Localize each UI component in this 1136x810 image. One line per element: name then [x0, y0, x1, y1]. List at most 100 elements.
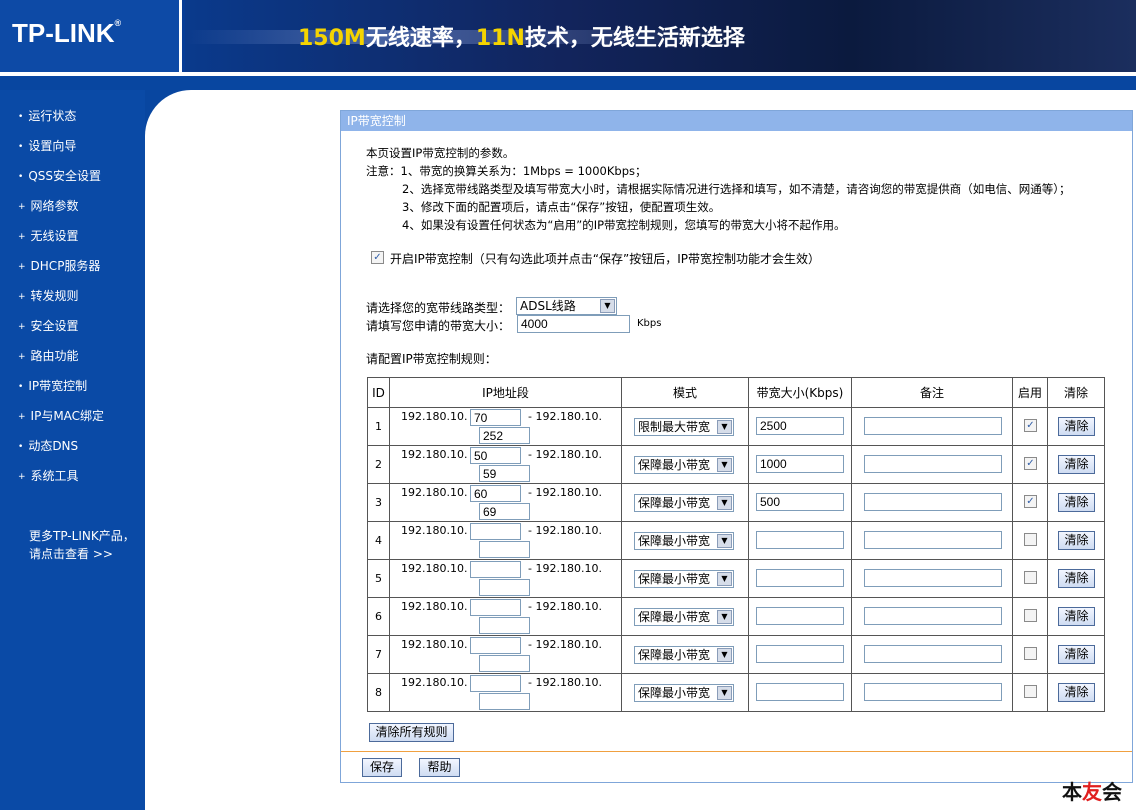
more-products-link[interactable]: 更多TP-LINK产品， 请点击查看 >>: [29, 527, 135, 563]
clear-rule-button[interactable]: 清除: [1058, 683, 1095, 702]
clear-rule-button[interactable]: 清除: [1058, 417, 1095, 436]
ip-end-input[interactable]: [479, 541, 530, 558]
rules-table: ID IP地址段 模式 带宽大小(Kbps) 备注 启用 清除 1 192.180…: [367, 377, 1105, 712]
sidebar-item-network[interactable]: + 网络参数: [18, 197, 79, 214]
bandwidth-value-input[interactable]: [756, 531, 844, 549]
ip-end-input[interactable]: [479, 655, 530, 672]
enable-rule-checkbox[interactable]: ✓: [1024, 495, 1037, 508]
sidebar-item-wireless[interactable]: + 无线设置: [18, 227, 79, 244]
sidebar-item-ip-mac[interactable]: + IP与MAC绑定: [18, 407, 104, 424]
mode-select[interactable]: 保障最小带宽 ▼: [634, 684, 734, 702]
mode-select[interactable]: 保障最小带宽 ▼: [634, 494, 734, 512]
bandwidth-label: 请填写您申请的带宽大小：: [366, 319, 511, 333]
clear-rule-button[interactable]: 清除: [1058, 493, 1095, 512]
col-mode: 模式: [621, 377, 749, 408]
enable-rule-checkbox[interactable]: ✓: [1024, 457, 1037, 470]
bandwidth-value-input[interactable]: [756, 569, 844, 587]
sidebar-item-status[interactable]: • 运行状态: [18, 107, 76, 124]
enable-rule-checkbox[interactable]: [1024, 609, 1037, 622]
ip-start-input[interactable]: [470, 675, 521, 692]
row-mode: 保障最小带宽 ▼: [621, 445, 749, 484]
bandwidth-value-input[interactable]: [756, 607, 844, 625]
note-input[interactable]: [864, 645, 1002, 663]
sidebar-item-routing[interactable]: + 路由功能: [18, 347, 79, 364]
ip-end-input[interactable]: [479, 579, 530, 596]
ip-prefix: 192.180.10.: [401, 638, 468, 651]
sidebar-item-wizard[interactable]: • 设置向导: [18, 137, 76, 154]
bandwidth-value-input[interactable]: [756, 455, 844, 473]
mode-select[interactable]: 保障最小带宽 ▼: [634, 456, 734, 474]
row-note: [851, 445, 1013, 484]
row-mode: 保障最小带宽 ▼: [621, 673, 749, 712]
sidebar-item-dhcp[interactable]: + DHCP服务器: [18, 257, 100, 274]
sidebar-item-system-tools[interactable]: + 系统工具: [18, 467, 79, 484]
note-input[interactable]: [864, 455, 1002, 473]
save-button[interactable]: 保存: [362, 758, 402, 777]
enable-rule-checkbox[interactable]: [1024, 685, 1037, 698]
mode-select[interactable]: 保障最小带宽 ▼: [634, 608, 734, 626]
sidebar-item-ddns[interactable]: • 动态DNS: [18, 437, 78, 454]
enable-rule-checkbox[interactable]: ✓: [1024, 419, 1037, 432]
ip-start-input[interactable]: [470, 409, 521, 426]
clear-rule-button[interactable]: 清除: [1058, 645, 1095, 664]
bandwidth-value-input[interactable]: [756, 493, 844, 511]
mode-select[interactable]: 保障最小带宽 ▼: [634, 646, 734, 664]
chevron-down-icon: ▼: [717, 496, 732, 510]
note-input[interactable]: [864, 417, 1002, 435]
line-type-select[interactable]: ADSL线路 ▼: [516, 297, 617, 315]
note-input[interactable]: [864, 683, 1002, 701]
line-type-label: 请选择您的宽带线路类型：: [366, 301, 511, 315]
row-mode: 保障最小带宽 ▼: [621, 635, 749, 674]
note-input[interactable]: [864, 607, 1002, 625]
clear-rule-button[interactable]: 清除: [1058, 607, 1095, 626]
plus-icon: +: [18, 231, 26, 242]
ip-start-input[interactable]: [470, 561, 521, 578]
ip-start-input[interactable]: [470, 599, 521, 616]
chevron-down-icon: ▼: [717, 610, 732, 624]
row-id: 6: [367, 597, 390, 636]
bandwidth-value-input[interactable]: [756, 683, 844, 701]
col-bandwidth: 带宽大小(Kbps): [748, 377, 852, 408]
mode-select[interactable]: 保障最小带宽 ▼: [634, 570, 734, 588]
clear-rule-button[interactable]: 清除: [1058, 455, 1095, 474]
bandwidth-input[interactable]: [517, 315, 630, 333]
mode-select[interactable]: 保障最小带宽 ▼: [634, 532, 734, 550]
bullet-icon: •: [18, 381, 24, 392]
help-button[interactable]: 帮助: [419, 758, 460, 777]
clear-rule-button[interactable]: 清除: [1058, 569, 1095, 588]
ip-end-input[interactable]: [479, 427, 530, 444]
row-ip-range: 192.180.10. - 192.180.10.: [389, 635, 622, 674]
mode-select[interactable]: 限制最大带宽 ▼: [634, 418, 734, 436]
enable-rule-checkbox[interactable]: [1024, 533, 1037, 546]
table-header-row: ID IP地址段 模式 带宽大小(Kbps) 备注 启用 清除: [367, 377, 1105, 408]
bandwidth-value-input[interactable]: [756, 417, 844, 435]
sidebar-item-forwarding[interactable]: + 转发规则: [18, 287, 79, 304]
enable-rule-checkbox[interactable]: [1024, 571, 1037, 584]
row-clear: 清除: [1047, 673, 1105, 712]
row-mode: 保障最小带宽 ▼: [621, 483, 749, 522]
ip-end-input[interactable]: [479, 693, 530, 710]
ip-start-input[interactable]: [470, 485, 521, 502]
enable-bandwidth-checkbox[interactable]: ✓: [371, 251, 384, 264]
note-input[interactable]: [864, 493, 1002, 511]
enable-rule-checkbox[interactable]: [1024, 647, 1037, 660]
clear-all-button[interactable]: 清除所有规则: [369, 723, 454, 742]
ip-start-input[interactable]: [470, 523, 521, 540]
note-input[interactable]: [864, 531, 1002, 549]
bandwidth-value-input[interactable]: [756, 645, 844, 663]
ip-start-input[interactable]: [470, 447, 521, 464]
row-id-text: 6: [375, 610, 382, 623]
sidebar-item-ip-bandwidth[interactable]: • IP带宽控制: [18, 377, 87, 394]
ip-end-input[interactable]: [479, 465, 530, 482]
ip-separator: - 192.180.10.: [528, 448, 602, 461]
row-id-text: 2: [375, 458, 382, 471]
row-id-text: 7: [375, 648, 382, 661]
row-mode: 保障最小带宽 ▼: [621, 597, 749, 636]
sidebar-item-security[interactable]: + 安全设置: [18, 317, 79, 334]
ip-end-input[interactable]: [479, 617, 530, 634]
ip-start-input[interactable]: [470, 637, 521, 654]
sidebar-item-qss[interactable]: • QSS安全设置: [18, 167, 101, 184]
clear-rule-button[interactable]: 清除: [1058, 531, 1095, 550]
ip-end-input[interactable]: [479, 503, 530, 520]
note-input[interactable]: [864, 569, 1002, 587]
